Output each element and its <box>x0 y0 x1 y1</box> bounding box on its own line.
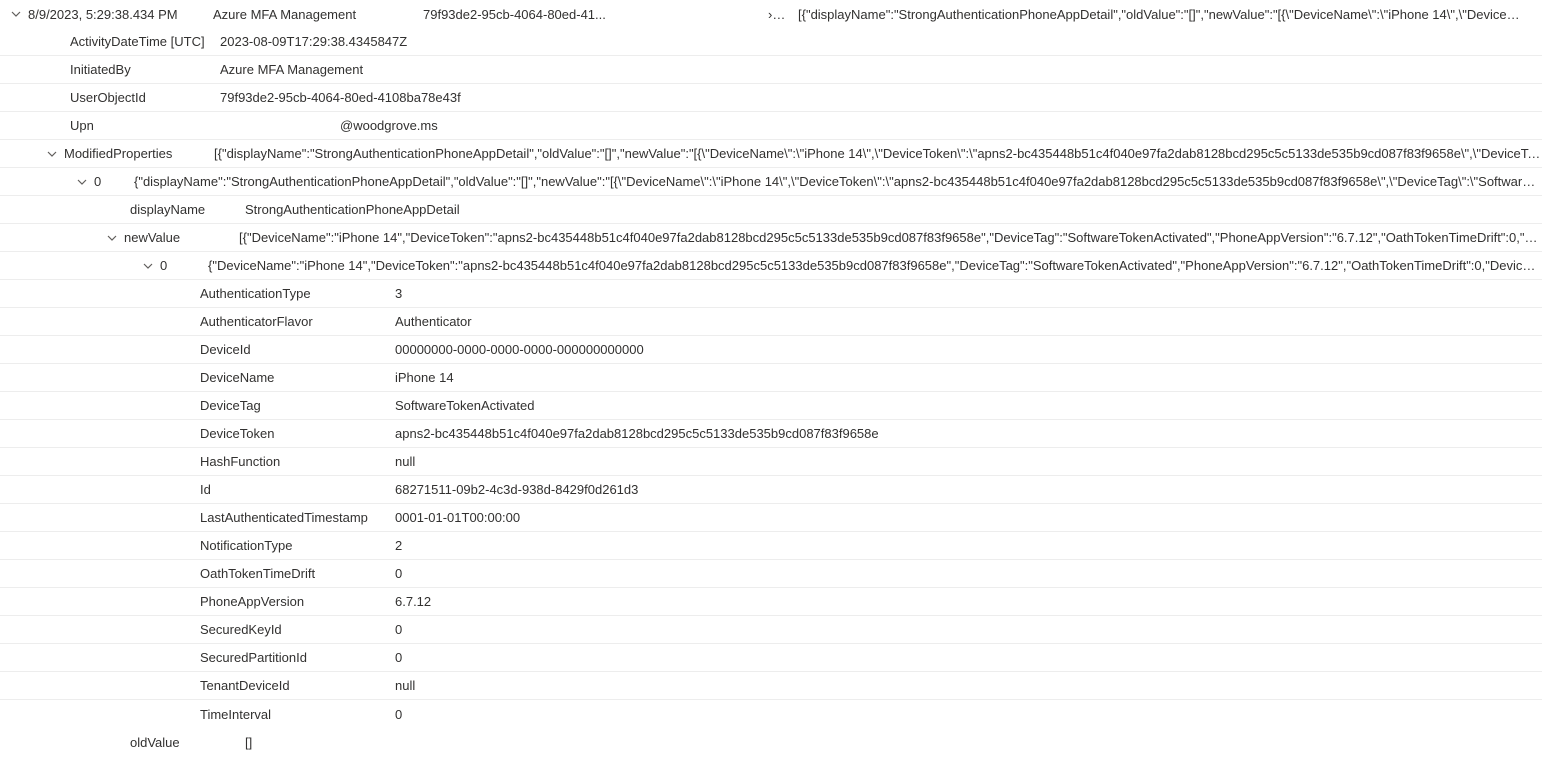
header-timestamp: 8/9/2023, 5:29:38.434 PM <box>28 7 213 22</box>
field-value: StrongAuthenticationPhoneAppDetail <box>245 202 460 217</box>
field-label: InitiatedBy <box>70 62 220 77</box>
property-key: DeviceTag <box>200 398 395 413</box>
field-label: newValue <box>124 230 239 245</box>
property-key: SecuredPartitionId <box>200 650 395 665</box>
field-value: [] <box>245 735 252 750</box>
field-value: Azure MFA Management <box>220 62 363 77</box>
header-ellipsis: ›... <box>768 7 798 22</box>
property-value: apns2-bc435448b51c4f040e97fa2dab8128bcd2… <box>395 426 879 441</box>
property-row: DeviceId00000000-0000-0000-0000-00000000… <box>0 336 1542 364</box>
property-row: OathTokenTimeDrift0 <box>0 560 1542 588</box>
property-key: DeviceName <box>200 370 395 385</box>
new-value-preview: [{"DeviceName":"iPhone 14","DeviceToken"… <box>239 230 1542 245</box>
property-value: 68271511-09b2-4c3d-938d-8429f0d261d3 <box>395 482 638 497</box>
property-value: 0 <box>395 650 402 665</box>
property-key: NotificationType <box>200 538 395 553</box>
chevron-down-icon[interactable] <box>140 258 156 274</box>
chevron-down-icon[interactable] <box>104 230 120 246</box>
property-key: SecuredKeyId <box>200 622 395 637</box>
field-value: 79f93de2-95cb-4064-80ed-4108ba78e43f <box>220 90 461 105</box>
property-value: 00000000-0000-0000-0000-000000000000 <box>395 342 644 357</box>
detail-row-activity-datetime: ActivityDateTime [UTC] 2023-08-09T17:29:… <box>0 28 1542 56</box>
property-key: LastAuthenticatedTimestamp <box>200 510 395 525</box>
old-value-row: oldValue [] <box>0 728 1542 756</box>
field-label: ActivityDateTime [UTC] <box>70 34 220 49</box>
property-key: OathTokenTimeDrift <box>200 566 395 581</box>
chevron-down-icon[interactable] <box>74 174 90 190</box>
field-value: 2023-08-09T17:29:38.4345847Z <box>220 34 407 49</box>
field-value: @woodgrove.ms <box>340 118 438 133</box>
chevron-down-icon[interactable] <box>8 6 24 22</box>
property-key: DeviceToken <box>200 426 395 441</box>
property-value: 0 <box>395 707 402 722</box>
chevron-down-icon[interactable] <box>44 146 60 162</box>
property-key: TimeInterval <box>200 707 395 722</box>
modified-properties-label: ModifiedProperties <box>64 146 214 161</box>
detail-row-initiated-by: InitiatedBy Azure MFA Management <box>0 56 1542 84</box>
header-json-preview: [{"displayName":"StrongAuthenticationPho… <box>798 7 1542 22</box>
property-value: 3 <box>395 286 402 301</box>
property-row: TimeInterval0 <box>0 700 1542 728</box>
property-value: Authenticator <box>395 314 472 329</box>
new-value-row[interactable]: newValue [{"DeviceName":"iPhone 14","Dev… <box>0 224 1542 252</box>
modified-properties-preview: [{"displayName":"StrongAuthenticationPho… <box>214 146 1542 161</box>
property-row: DeviceTokenapns2-bc435448b51c4f040e97fa2… <box>0 420 1542 448</box>
property-key: AuthenticationType <box>200 286 395 301</box>
detail-row-upn: Upn @woodgrove.ms <box>0 112 1542 140</box>
property-row: AuthenticationType3 <box>0 280 1542 308</box>
property-value: 0 <box>395 566 402 581</box>
property-row: DeviceNameiPhone 14 <box>0 364 1542 392</box>
property-row: TenantDeviceIdnull <box>0 672 1542 700</box>
field-label: Upn <box>70 118 220 133</box>
property-key: PhoneAppVersion <box>200 594 395 609</box>
modified-properties-row[interactable]: ModifiedProperties [{"displayName":"Stro… <box>0 140 1542 168</box>
property-key: Id <box>200 482 395 497</box>
property-value: null <box>395 454 415 469</box>
property-row: Id68271511-09b2-4c3d-938d-8429f0d261d3 <box>0 476 1542 504</box>
property-value: 0001-01-01T00:00:00 <box>395 510 520 525</box>
property-row: PhoneAppVersion6.7.12 <box>0 588 1542 616</box>
property-value: 6.7.12 <box>395 594 431 609</box>
new-value-item-0-row[interactable]: 0 {"DeviceName":"iPhone 14","DeviceToken… <box>0 252 1542 280</box>
property-row: AuthenticatorFlavorAuthenticator <box>0 308 1542 336</box>
mp-item-0-row[interactable]: 0 {"displayName":"StrongAuthenticationPh… <box>0 168 1542 196</box>
property-key: TenantDeviceId <box>200 678 395 693</box>
property-value: 2 <box>395 538 402 553</box>
property-row: SecuredKeyId0 <box>0 616 1542 644</box>
property-value: 0 <box>395 622 402 637</box>
property-value: iPhone 14 <box>395 370 454 385</box>
new-value-item-index: 0 <box>160 258 208 273</box>
field-label: oldValue <box>130 735 245 750</box>
property-value: SoftwareTokenActivated <box>395 398 534 413</box>
new-value-item-preview: {"DeviceName":"iPhone 14","DeviceToken":… <box>208 258 1542 273</box>
top-row[interactable]: 8/9/2023, 5:29:38.434 PM Azure MFA Manag… <box>0 0 1542 28</box>
property-key: AuthenticatorFlavor <box>200 314 395 329</box>
property-key: DeviceId <box>200 342 395 357</box>
field-label: UserObjectId <box>70 90 220 105</box>
property-value: null <box>395 678 415 693</box>
property-row: SecuredPartitionId0 <box>0 644 1542 672</box>
property-key: HashFunction <box>200 454 395 469</box>
property-row: HashFunctionnull <box>0 448 1542 476</box>
field-label: displayName <box>130 202 245 217</box>
mp-item-preview: {"displayName":"StrongAuthenticationPhon… <box>134 174 1542 189</box>
property-row: NotificationType2 <box>0 532 1542 560</box>
property-row: DeviceTagSoftwareTokenActivated <box>0 392 1542 420</box>
header-service: Azure MFA Management <box>213 7 423 22</box>
detail-row-user-object-id: UserObjectId 79f93de2-95cb-4064-80ed-410… <box>0 84 1542 112</box>
header-userid-short: 79f93de2-95cb-4064-80ed-41... <box>423 7 768 22</box>
property-row: LastAuthenticatedTimestamp0001-01-01T00:… <box>0 504 1542 532</box>
mp-displayname-row: displayName StrongAuthenticationPhoneApp… <box>0 196 1542 224</box>
mp-item-index: 0 <box>94 174 134 189</box>
